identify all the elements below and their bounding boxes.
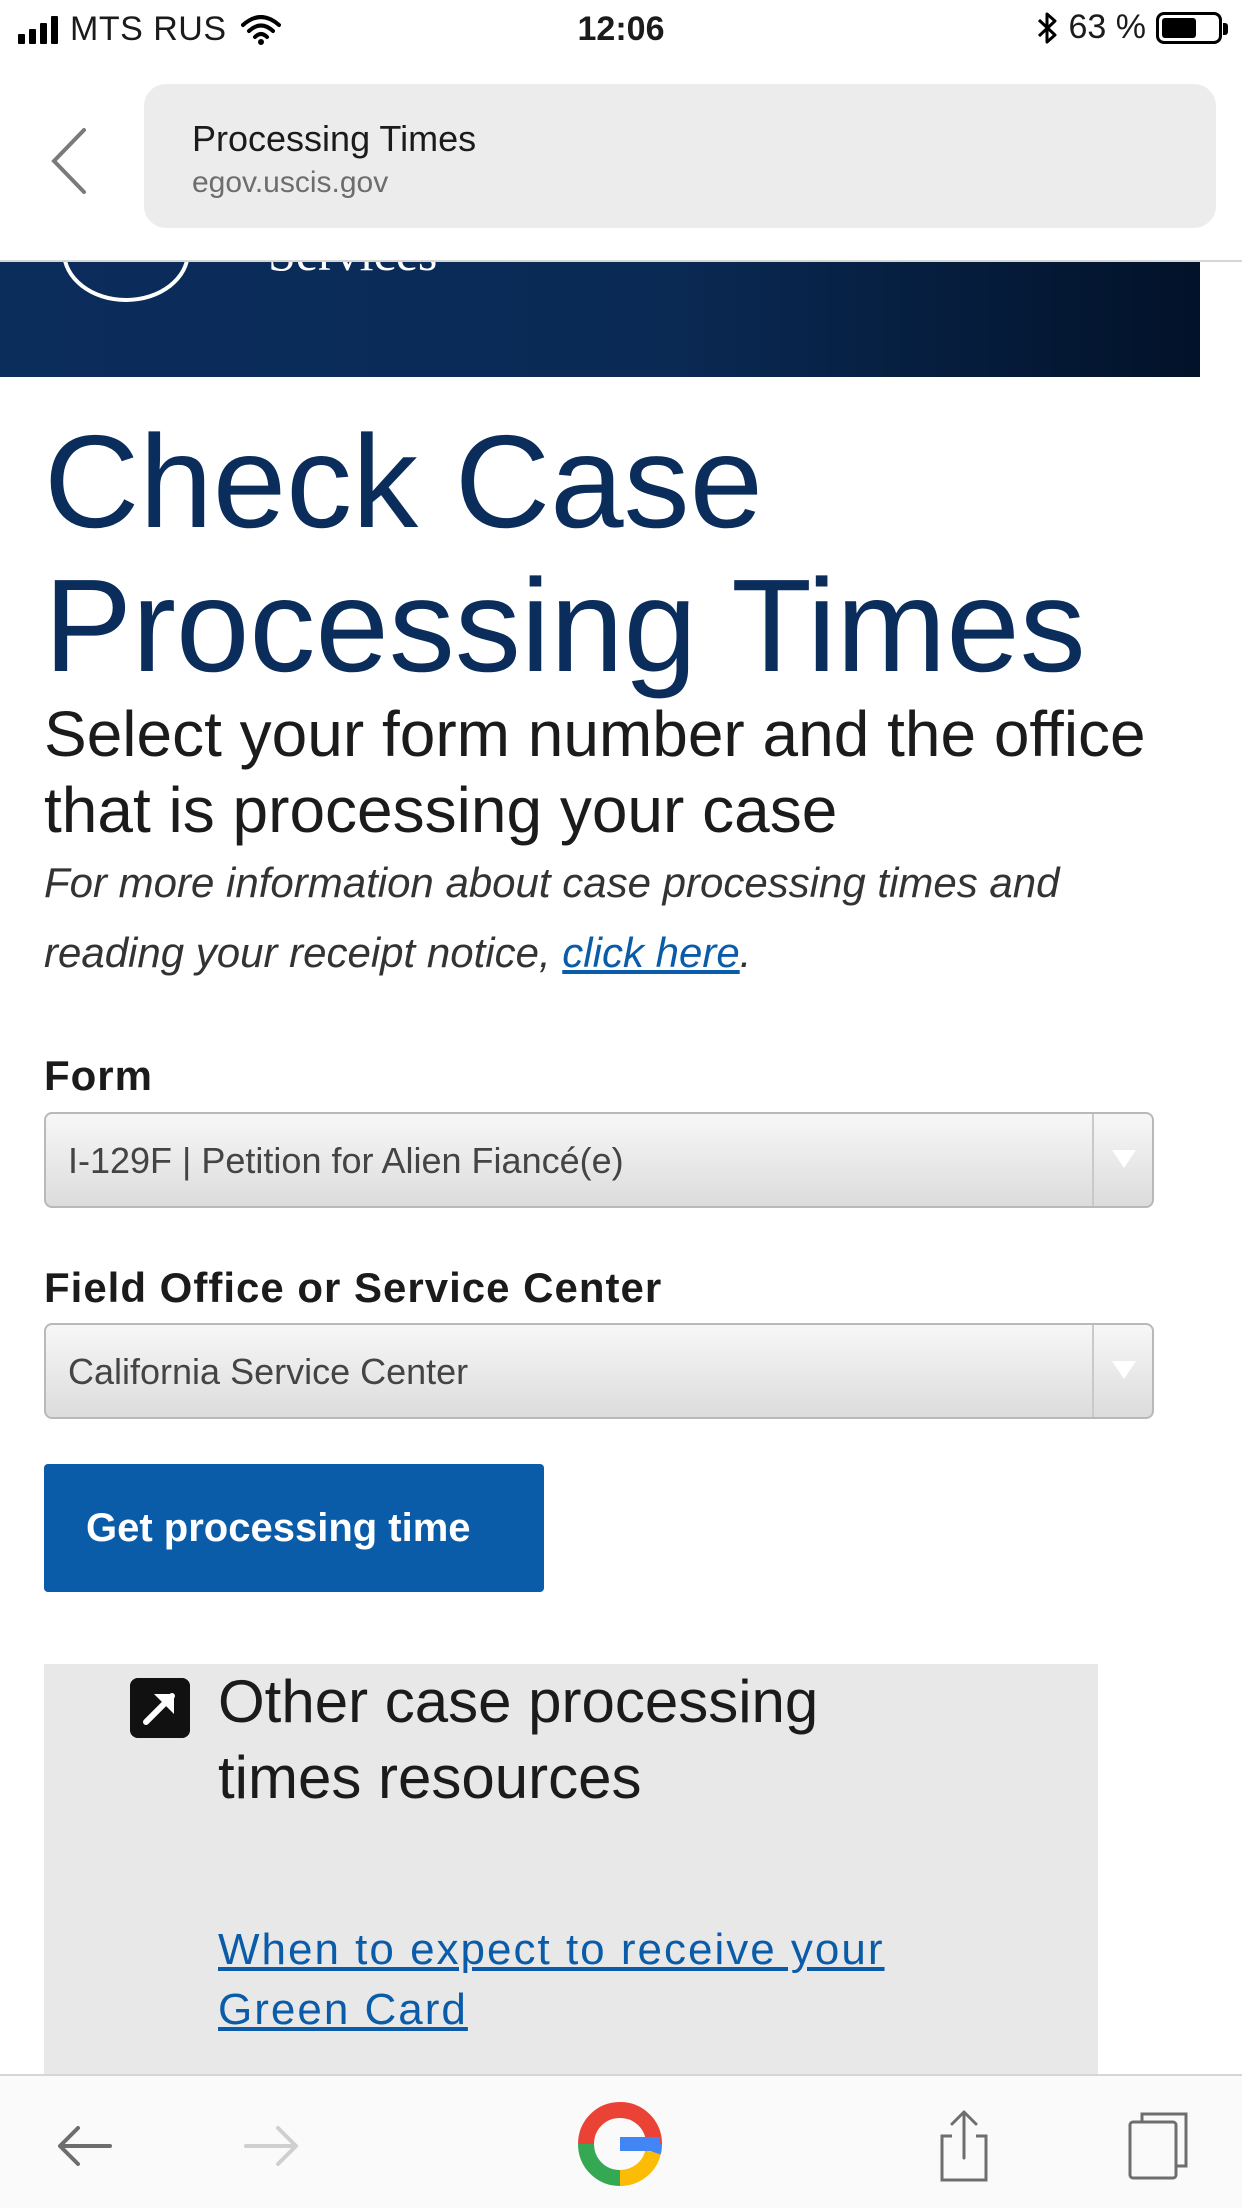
share-icon[interactable] [924,2106,1004,2186]
form-select-value: I-129F | Petition for Alien Fiancé(e) [68,1140,624,1181]
address-bar-title: Processing Times [192,118,477,159]
resources-heading: Other case processing times resources [218,1668,819,1811]
chevron-left-icon[interactable] [44,124,94,198]
battery-icon [1156,11,1228,44]
dropdown-arrow-icon [1092,1325,1152,1417]
info-text: For more information about case processi… [44,848,1194,988]
browser-header: Processing Times egov.uscis.gov [0,62,1242,262]
page-title: Check Case Processing Times [44,408,1086,699]
get-processing-time-label: Get processing time [86,1506,471,1550]
browser-toolbar [0,2074,1242,2208]
dropdown-arrow-icon [1092,1114,1152,1206]
status-bar: MTS RUS 12:06 63 % [0,0,1242,62]
site-banner: Services [0,262,1200,377]
status-right: 63 % [1037,8,1228,47]
battery-percent: 63 % [1068,8,1147,46]
office-select[interactable]: California Service Center [44,1323,1154,1419]
page-subtitle: Select your form number and the office t… [44,698,1146,846]
resources-panel: Other case processing times resources Wh… [44,1664,1098,2084]
agency-name-fragment: Services [268,262,437,282]
info-text-suffix: . [739,929,752,976]
tabs-icon[interactable] [1118,2106,1198,2186]
address-bar-domain: egov.uscis.gov [192,166,389,199]
office-select-value: California Service Center [68,1351,469,1392]
dhs-seal-icon [62,262,190,302]
click-here-link[interactable]: click here [562,929,739,976]
battery-level [1162,17,1197,38]
google-icon[interactable] [572,2096,668,2192]
form-label: Form [44,1052,153,1099]
forward-arrow-icon[interactable] [232,2106,312,2186]
get-processing-time-button[interactable]: Get processing time [44,1464,544,1592]
back-arrow-icon[interactable] [44,2106,124,2186]
form-select[interactable]: I-129F | Petition for Alien Fiancé(e) [44,1112,1154,1208]
info-text-prefix: For more information about case processi… [44,859,1060,976]
bluetooth-icon [1037,12,1056,43]
external-link-icon [130,1678,190,1738]
green-card-link[interactable]: When to expect to receive your Green Car… [218,1920,918,2040]
address-bar[interactable]: Processing Times egov.uscis.gov [144,84,1216,228]
office-label: Field Office or Service Center [44,1264,663,1311]
